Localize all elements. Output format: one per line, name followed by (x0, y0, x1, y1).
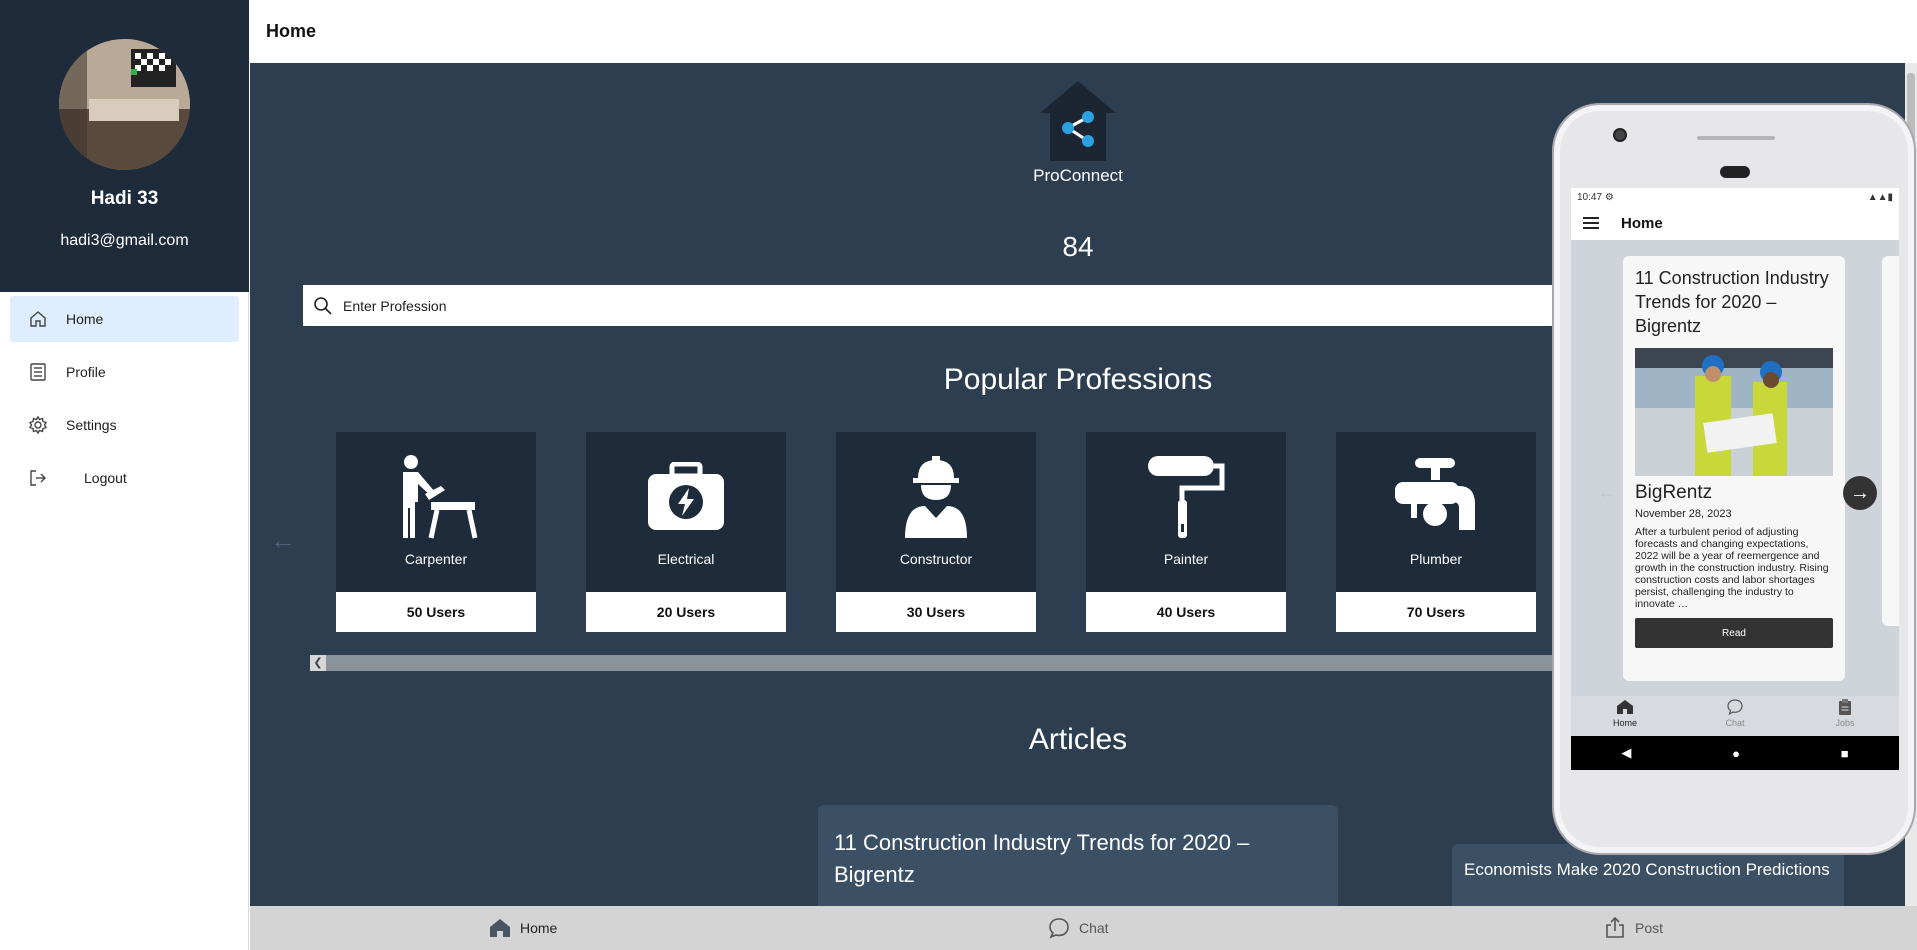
hamburger-menu-icon[interactable] (1583, 217, 1599, 229)
phone-app-bar: Home (1571, 206, 1899, 240)
signal-battery-icon: ▲▲▮ (1867, 191, 1893, 203)
user-email: hadi3@gmail.com (60, 232, 189, 249)
bottom-nav-label: Home (520, 920, 558, 936)
sidebar-item-label: Settings (66, 417, 117, 433)
phone-article-card[interactable]: 11 Construction Industry Trends for 2020… (1623, 256, 1845, 681)
bottom-nav-label: Chat (1079, 920, 1109, 936)
profession-card-electrical[interactable]: Electrical 20 Users (586, 432, 786, 632)
popular-professions-title: Popular Professions (943, 363, 1213, 396)
profession-card-plumber[interactable]: Plumber 70 Users (1336, 432, 1536, 632)
gear-icon (10, 415, 66, 435)
profile-header: Hadi 33 hadi3@gmail.com (0, 0, 249, 292)
phone-tab-label: Chat (1725, 718, 1745, 728)
article-image (1635, 348, 1833, 476)
profession-user-count: 70 Users (1336, 592, 1536, 632)
sidebar-item-home[interactable]: Home (10, 296, 239, 342)
carpenter-icon (403, 455, 478, 539)
sidebar-item-profile[interactable]: Profile (10, 349, 239, 395)
logout-icon (10, 468, 66, 488)
next-article-card-peek[interactable] (1882, 256, 1899, 626)
bottom-nav-post[interactable]: Post (1603, 906, 1663, 950)
phone-tab-chat[interactable]: Chat (1705, 698, 1765, 728)
home-icon (1617, 700, 1633, 714)
user-count: 84 (1062, 231, 1094, 262)
user-name: Hadi 33 (90, 188, 159, 209)
toolbox-icon (648, 462, 724, 530)
top-bar: Home (250, 0, 1917, 63)
sidebar-item-label: Profile (66, 364, 106, 380)
clipboard-icon (1839, 699, 1851, 715)
sidebar: Hadi 33 hadi3@gmail.com Home Profile Set… (0, 0, 249, 950)
status-time: 10:47 (1577, 191, 1603, 203)
carousel-prev-arrow-icon[interactable]: ← (270, 525, 296, 556)
profession-card-constructor[interactable]: Constructor 30 Users (836, 432, 1036, 632)
faucet-icon (1395, 458, 1475, 530)
phone-camera (1613, 128, 1627, 142)
recents-icon[interactable]: ■ (1841, 746, 1849, 761)
search-icon (314, 296, 332, 315)
phone-article-excerpt: After a turbulent period of adjusting fo… (1635, 526, 1829, 610)
bottom-nav-chat[interactable]: Chat (1047, 906, 1109, 950)
bottom-nav-home[interactable]: Home (488, 906, 557, 950)
articles-title: Articles (1028, 723, 1128, 756)
article-title: Economists Make 2020 Construction Predic… (1464, 860, 1830, 879)
profession-card-carpenter[interactable]: Carpenter 50 Users (336, 432, 536, 632)
profession-label: Constructor (899, 551, 973, 567)
profession-label: Painter (1163, 551, 1209, 567)
phone-article-source: BigRentz (1635, 482, 1713, 503)
carousel-next-icon[interactable]: → (1843, 476, 1877, 510)
phone-tab-bar: Home Chat Jobs (1571, 696, 1899, 736)
profession-card-painter[interactable]: Painter 40 Users (1086, 432, 1286, 632)
brand-name: ProConnect (1033, 166, 1123, 185)
share-upload-icon (1606, 916, 1624, 938)
app-window: Hadi 33 hadi3@gmail.com Home Profile Set… (0, 0, 1917, 950)
profession-label: Electrical (657, 551, 715, 567)
phone-status-bar: 10:47 ⚙ ▲▲▮ (1571, 188, 1899, 206)
phone-tab-jobs[interactable]: Jobs (1815, 698, 1875, 728)
profession-user-count: 40 Users (1086, 592, 1286, 632)
phone-emulator: 10:47 ⚙ ▲▲▮ Home 11 Construction Industr… (1552, 103, 1916, 855)
bottom-nav-label: Post (1635, 920, 1664, 936)
article-title: 11 Construction Industry Trends for 2020… (834, 830, 1250, 887)
profession-search-input[interactable] (343, 297, 1243, 314)
phone-article-title: 11 Construction Industry Trends for 2020… (1635, 268, 1829, 336)
phone-screen: 10:47 ⚙ ▲▲▮ Home 11 Construction Industr… (1571, 188, 1899, 770)
phone-speaker (1697, 136, 1775, 140)
read-button[interactable]: Read (1635, 618, 1833, 648)
sidebar-item-logout[interactable]: Logout (10, 455, 239, 501)
carousel-prev-icon[interactable]: ← (1598, 482, 1616, 503)
sidebar-item-settings[interactable]: Settings (10, 402, 239, 448)
paint-roller-icon (1148, 456, 1225, 538)
phone-app-title: Home (1621, 214, 1663, 232)
chat-icon (1049, 918, 1069, 939)
profession-label: Plumber (1409, 551, 1463, 567)
profession-user-count: 20 Users (586, 592, 786, 632)
profession-label: Carpenter (404, 551, 468, 567)
android-nav-bar: ◀ ● ■ (1571, 736, 1899, 770)
phone-tab-home[interactable]: Home (1595, 698, 1655, 728)
phone-tab-label: Jobs (1835, 718, 1855, 728)
home-circle-icon[interactable]: ● (1732, 746, 1740, 761)
worker-icon (905, 456, 967, 538)
proconnect-logo (1040, 81, 1116, 161)
profession-user-count: 30 Users (836, 592, 1036, 632)
sidebar-item-label: Home (66, 311, 104, 327)
profession-user-count: 50 Users (336, 592, 536, 632)
sidebar-item-label: Logout (84, 470, 127, 486)
phone-article-date: November 28, 2023 (1635, 508, 1732, 520)
chat-icon (1727, 699, 1743, 716)
scroll-left-icon[interactable]: ❮ (310, 655, 326, 671)
article-card[interactable]: 11 Construction Industry Trends for 2020… (818, 805, 1338, 906)
phone-sensor (1720, 166, 1750, 178)
list-icon (10, 362, 66, 382)
settings-status-icon: ⚙ (1604, 191, 1614, 203)
avatar[interactable] (59, 39, 190, 170)
home-icon (490, 919, 510, 937)
phone-tab-label: Home (1612, 718, 1637, 728)
page-title: Home (266, 21, 317, 41)
bottom-nav-bar: Home Chat Post (250, 906, 1917, 950)
back-icon[interactable]: ◀ (1621, 745, 1631, 761)
home-icon (10, 309, 66, 329)
